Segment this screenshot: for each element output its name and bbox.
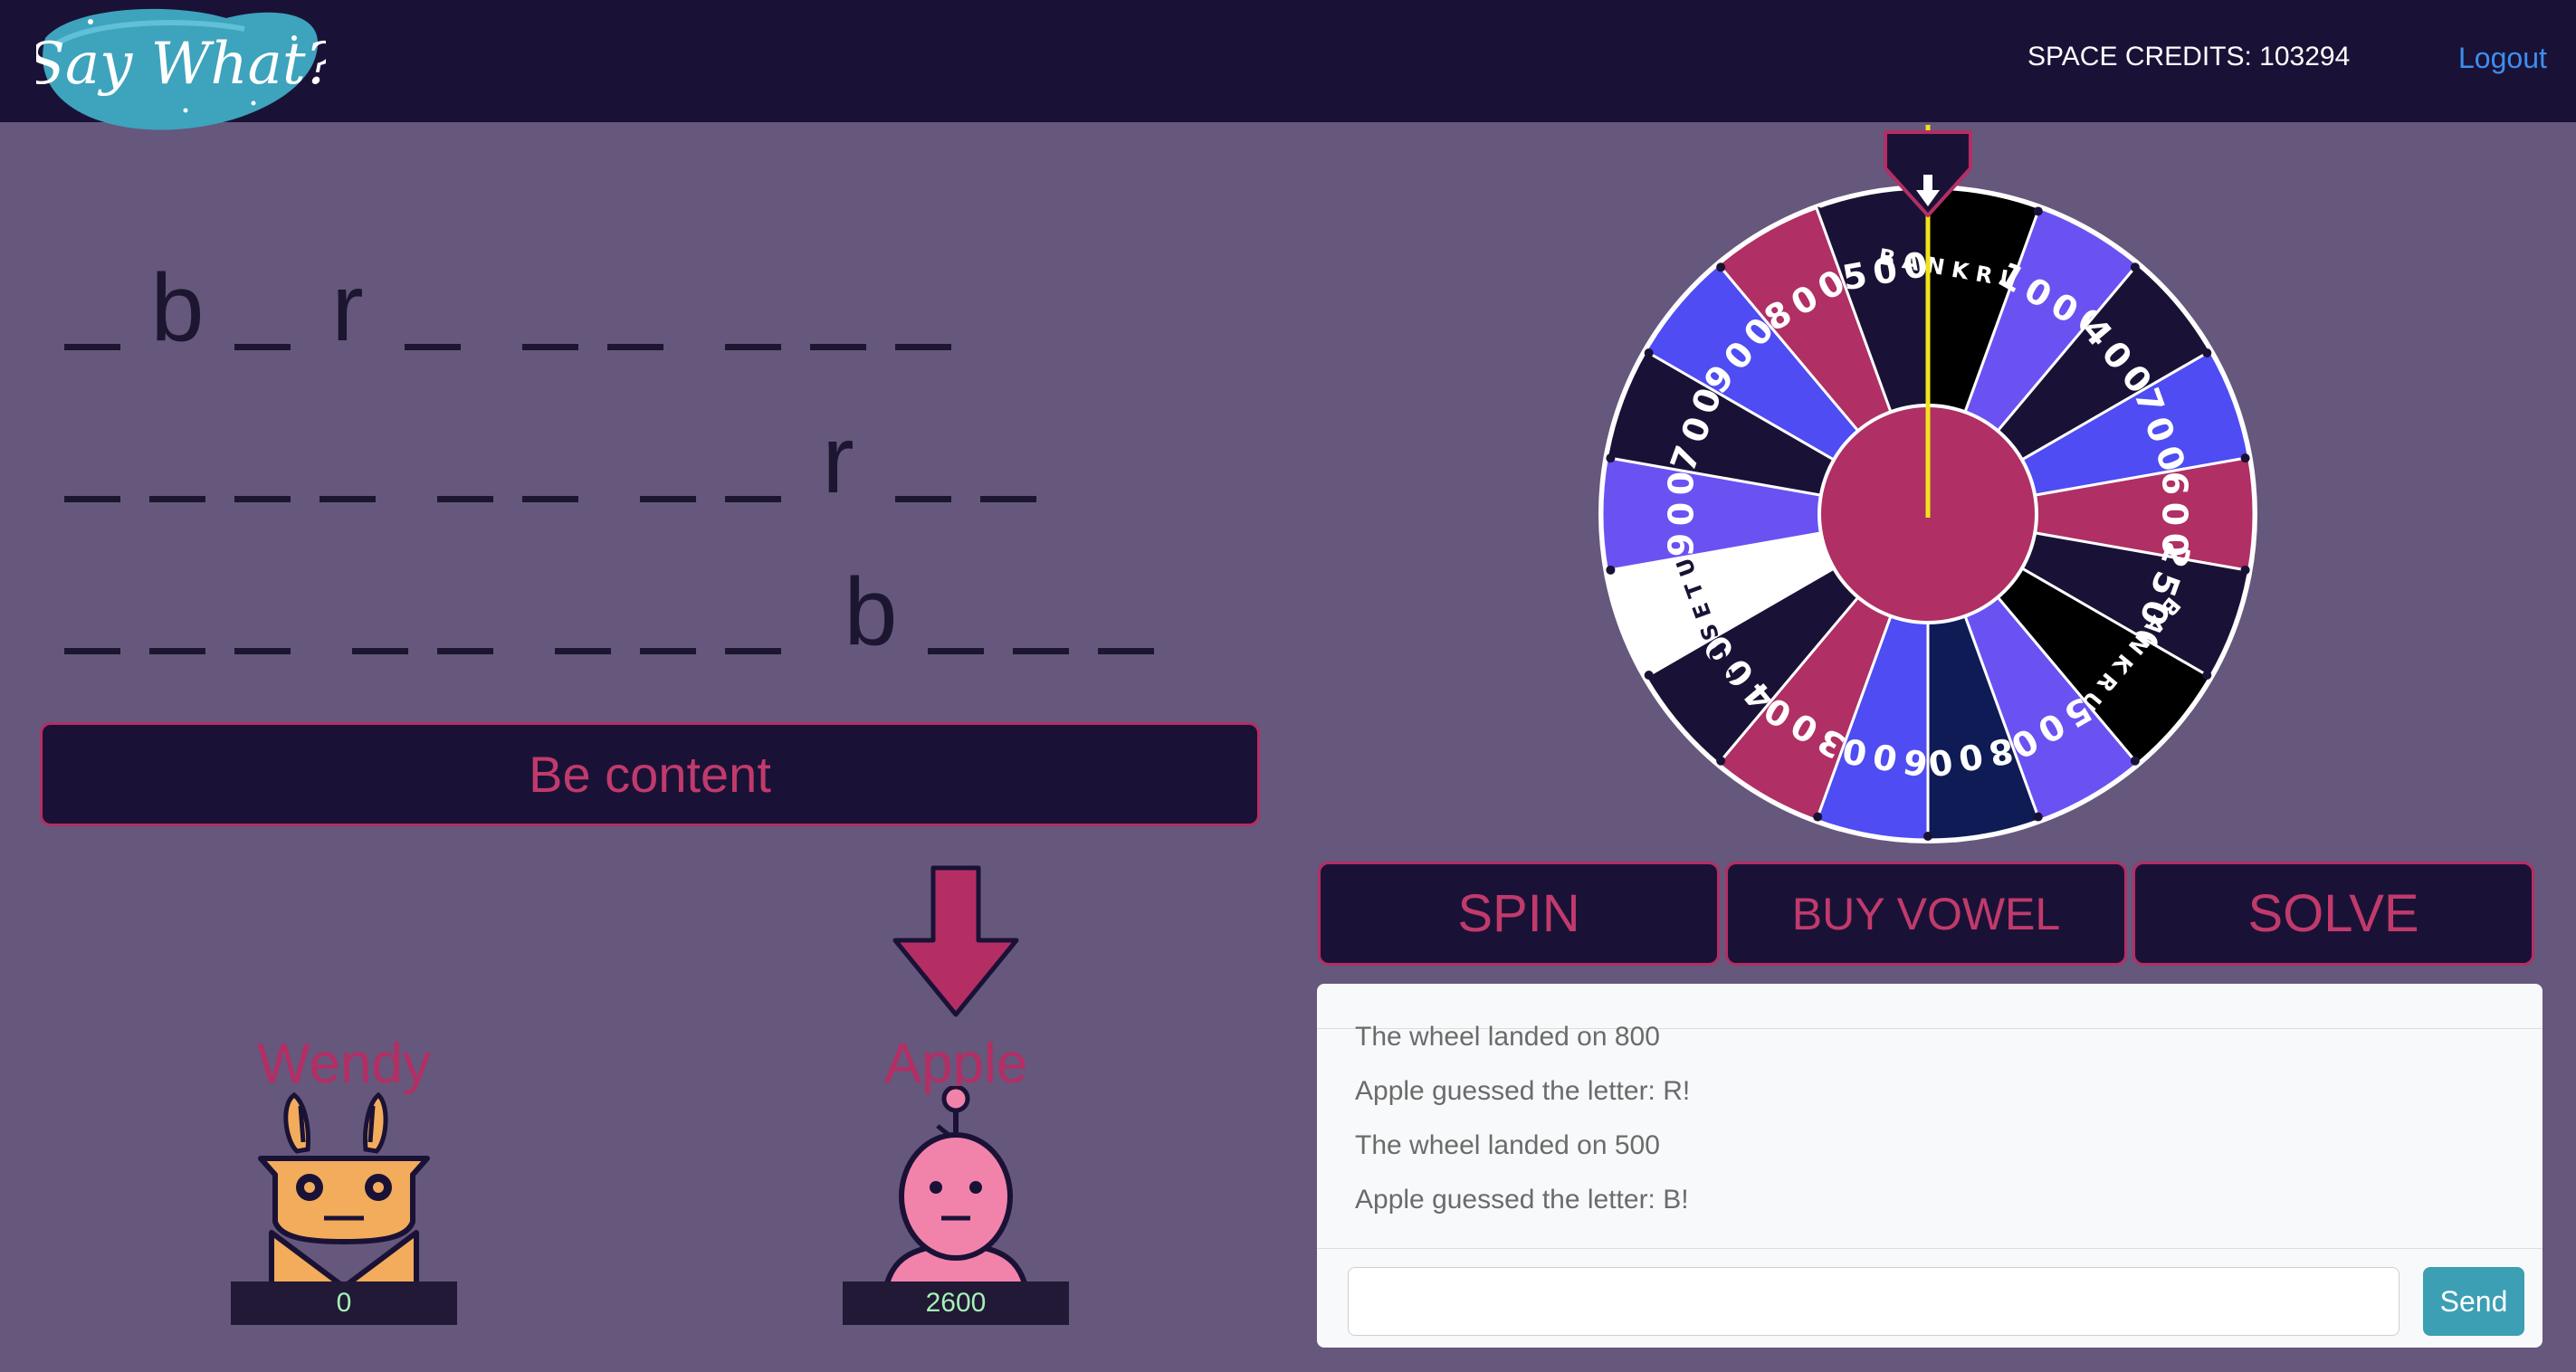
puzzle-blank (220, 551, 305, 660)
puzzle-letter: r (822, 406, 854, 513)
puzzle-row: b (50, 508, 1254, 660)
puzzle-blank (913, 551, 998, 660)
puzzle-row: br (50, 204, 1254, 356)
puzzle-word (50, 551, 305, 660)
chat-message: The wheel landed on 800 (1355, 1022, 1660, 1052)
category-text: Be content (529, 746, 771, 803)
puzzle-word (711, 247, 966, 356)
puzzle-blank (625, 551, 711, 660)
puzzle-blank (711, 551, 796, 660)
wheel-peg (1644, 671, 1654, 680)
wheel-peg (2202, 671, 2212, 680)
wheel-segment-label: 9 0 0 (1662, 472, 1702, 557)
buy-vowel-button[interactable]: BUY VOWEL (1725, 862, 2127, 966)
puzzle-board: brrb (50, 204, 1254, 660)
puzzle-word (540, 551, 796, 660)
current-turn-arrow-icon (892, 865, 1019, 1017)
svg-text:Say What?: Say What? (36, 31, 326, 98)
puzzle-blank (50, 551, 135, 660)
chat-message: Apple guessed the letter: B! (1355, 1185, 1689, 1215)
solve-button[interactable]: SOLVE (2132, 862, 2534, 966)
chat-footer: Send (1317, 1248, 2543, 1348)
wheel-peg (2130, 756, 2140, 766)
puzzle-blank (881, 247, 966, 356)
puzzle-word (338, 551, 508, 660)
puzzle-blank (711, 247, 796, 356)
puzzle-letter: b (844, 558, 898, 665)
player-score: 2600 (843, 1281, 1069, 1325)
puzzle-blank (338, 551, 423, 660)
chat-message: Apple guessed the letter: R! (1355, 1076, 1691, 1106)
wheel-peg (2240, 565, 2250, 575)
puzzle-blank (881, 399, 966, 508)
wheel-peg (1716, 756, 1726, 766)
puzzle-blank (50, 399, 135, 508)
puzzle-blank (998, 551, 1083, 660)
chat-input[interactable] (1348, 1267, 2399, 1336)
wheel-peg (1606, 565, 1616, 575)
wheel-peg (2240, 453, 2250, 463)
say-what-logo[interactable]: Say What? (36, 2, 326, 139)
spin-button[interactable]: SPIN (1318, 862, 1720, 966)
prize-wheel[interactable]: 5 0 0B A N K R U P T1 0 0 04 0 07 0 06 0… (1598, 125, 2258, 849)
puzzle-blank (1083, 551, 1169, 660)
puzzle-word: br (50, 247, 475, 356)
puzzle-blank (135, 399, 220, 508)
puzzle-word: r (625, 399, 1051, 508)
wheel-peg (1923, 832, 1932, 841)
puzzle-word (508, 247, 678, 356)
puzzle-blank (50, 247, 135, 356)
wheel-peg (1716, 262, 1726, 272)
wheel-peg (2130, 262, 2140, 272)
puzzle-word (50, 399, 390, 508)
puzzle-blank (423, 399, 508, 508)
puzzle-blank (593, 247, 678, 356)
puzzle-blank (796, 247, 881, 356)
puzzle-row: r (50, 356, 1254, 508)
puzzle-blank (135, 551, 220, 660)
category-banner: Be content (40, 722, 1260, 826)
puzzle-blank (508, 399, 593, 508)
player-card: Wendy 0 (226, 1032, 462, 1330)
space-credits: SPACE CREDITS: 103294 (2027, 42, 2351, 71)
puzzle-blank (390, 247, 475, 356)
player-score: 0 (231, 1281, 457, 1325)
game-log-panel: The wheel landed on 800 Apple guessed th… (1317, 984, 2543, 1348)
wheel-peg (1813, 812, 1823, 822)
puzzle-letter: b (150, 254, 205, 361)
puzzle-blank (423, 551, 508, 660)
puzzle-blank (966, 399, 1051, 508)
puzzle-blank (220, 399, 305, 508)
puzzle-blank (540, 551, 625, 660)
chat-message: The wheel landed on 500 (1355, 1130, 1660, 1160)
puzzle-blank (508, 247, 593, 356)
puzzle-word: b (828, 551, 1169, 660)
puzzle-letter: r (331, 254, 364, 361)
top-navbar: Say What? SPACE CREDITS: 103294 Logout (0, 0, 2576, 130)
wheel-peg (2202, 348, 2212, 357)
puzzle-blank (305, 399, 390, 508)
wheel-peg (2033, 206, 2043, 216)
send-button[interactable]: Send (2423, 1267, 2524, 1336)
puzzle-blank (220, 247, 305, 356)
wheel-peg (2033, 812, 2043, 822)
logout-link[interactable]: Logout (2458, 42, 2547, 75)
puzzle-blank (625, 399, 711, 508)
wheel-peg (1644, 348, 1654, 357)
wheel-peg (1606, 453, 1616, 463)
player-card-active: Apple 2600 (838, 1032, 1073, 1330)
puzzle-blank (711, 399, 796, 508)
puzzle-word (423, 399, 593, 508)
